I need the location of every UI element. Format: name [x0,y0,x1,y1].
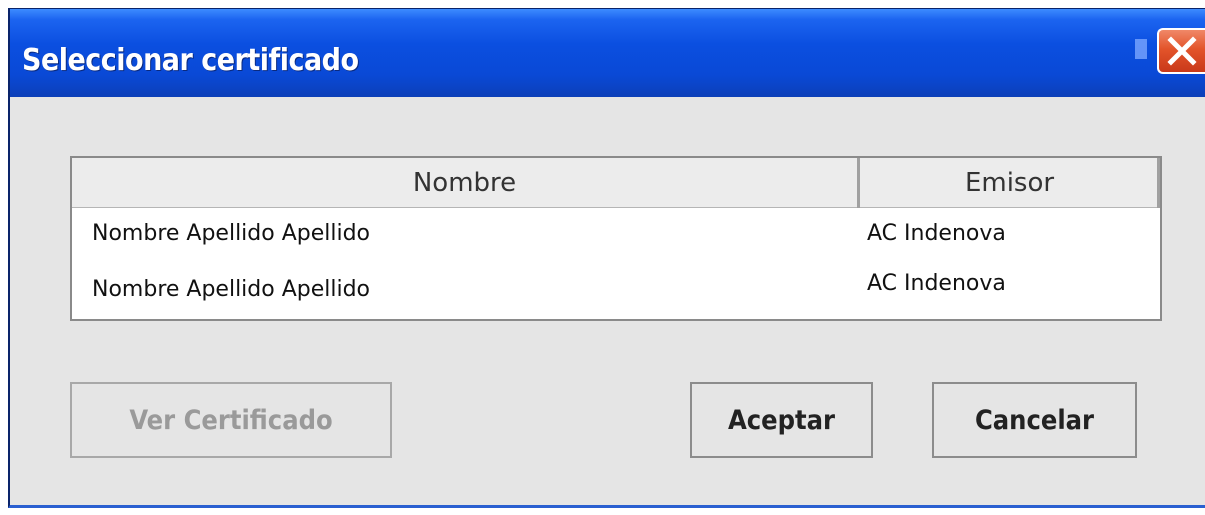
close-button[interactable] [1157,28,1205,74]
title-bar-accent [1135,39,1147,59]
table-header: Nombre Emisor [72,158,1160,208]
select-certificate-dialog: Seleccionar certificado Nombre Emisor No… [8,8,1205,508]
cell-emisor: AC Indenova [867,221,1006,246]
table-row[interactable]: Nombre Apellido Apellido AC Indenova [72,208,1160,260]
cancel-button[interactable]: Cancelar [932,382,1137,458]
column-header-nombre[interactable]: Nombre [72,158,860,208]
close-icon [1167,36,1197,66]
title-bar[interactable]: Seleccionar certificado [10,9,1205,97]
cell-nombre: Nombre Apellido Apellido [92,221,371,246]
view-certificate-button[interactable]: Ver Certificado [70,382,392,458]
cell-emisor: AC Indenova [867,271,1006,296]
table-row[interactable]: Nombre Apellido Apellido AC Indenova [72,260,1160,312]
dialog-title: Seleccionar certificado [22,43,359,78]
cell-nombre: Nombre Apellido Apellido [92,277,371,302]
column-header-emisor[interactable]: Emisor [862,158,1160,208]
accept-button[interactable]: Aceptar [690,382,873,458]
certificate-table: Nombre Emisor Nombre Apellido Apellido A… [70,156,1162,321]
